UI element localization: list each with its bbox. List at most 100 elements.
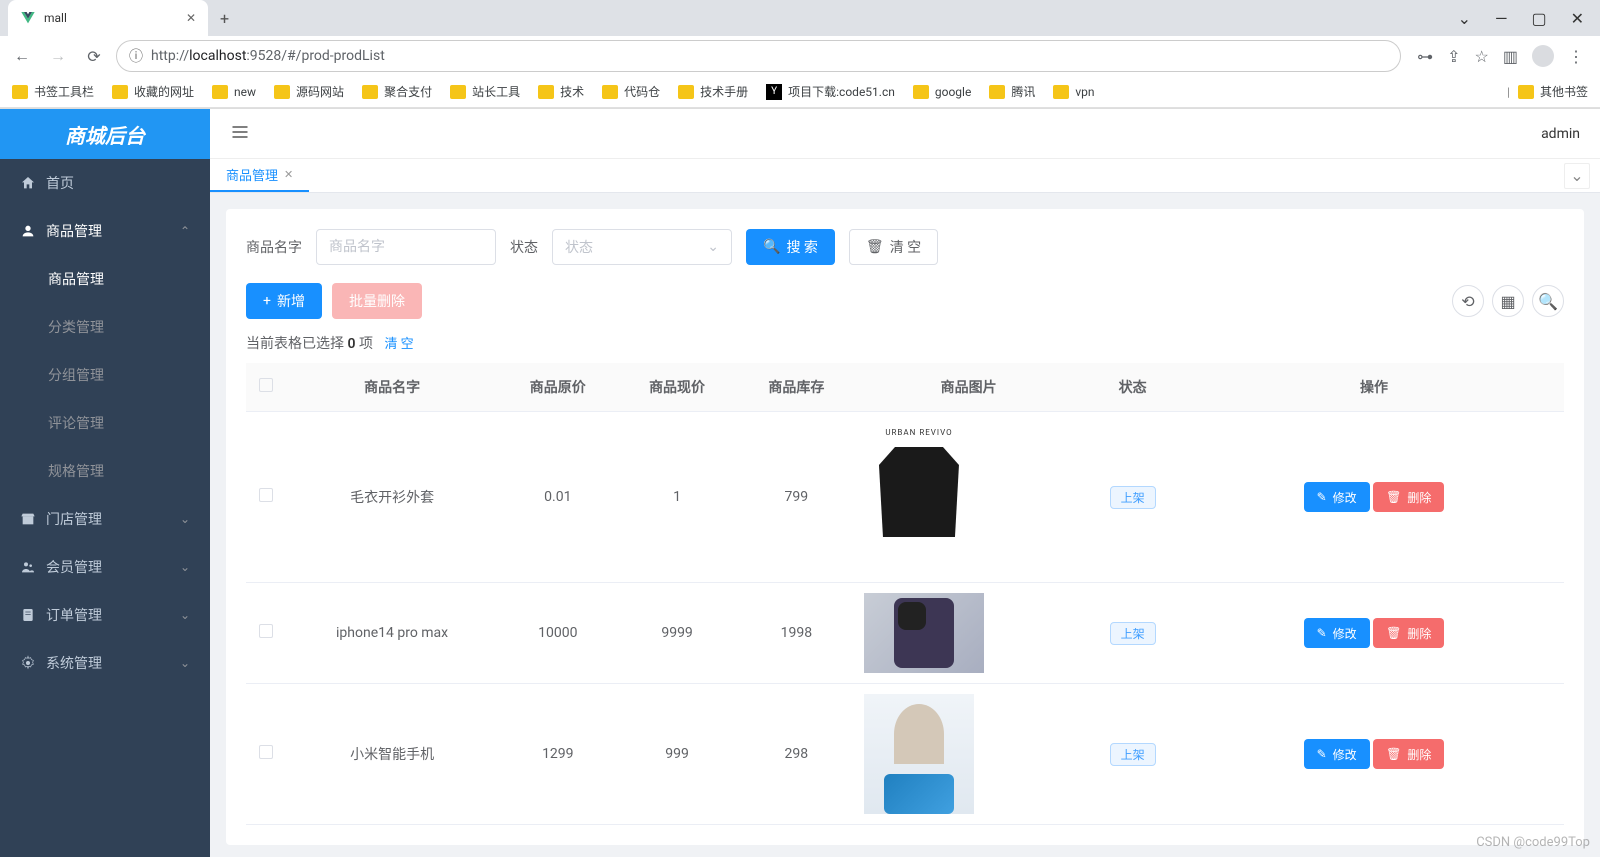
bookmark-item[interactable]: 代码仓 <box>602 83 660 100</box>
bookmark-bar: 书签工具栏 收藏的网址 new 源码网站 聚合支付 站长工具 技术 代码仓 技术… <box>0 76 1600 108</box>
sidebar-item-home[interactable]: 首页 <box>0 159 210 207</box>
card: 商品名字 状态 状态 ⌄ 🔍 搜 索 🗑 清 空 <box>226 209 1584 845</box>
window-controls: ⌄ — ▢ ✕ <box>1458 9 1600 28</box>
sidebar-sub-product-list[interactable]: 商品管理 <box>0 255 210 303</box>
product-name-input[interactable] <box>316 229 496 265</box>
other-bookmarks[interactable]: 其他书签 <box>1518 83 1588 100</box>
new-tab-button[interactable]: + <box>208 9 241 28</box>
back-button[interactable]: ← <box>8 42 36 70</box>
sidebar-item-member[interactable]: 会员管理 ⌄ <box>0 543 210 591</box>
delete-button[interactable]: 🗑 删除 <box>1373 618 1444 648</box>
logo[interactable]: 商城后台 <box>0 109 210 159</box>
bookmark-item[interactable]: 书签工具栏 <box>12 83 94 100</box>
filter-row: 商品名字 状态 状态 ⌄ 🔍 搜 索 🗑 清 空 <box>246 229 1564 265</box>
sidebar-item-product[interactable]: 商品管理 ⌃ <box>0 207 210 255</box>
clear-filter-button[interactable]: 🗑 清 空 <box>849 229 938 265</box>
star-icon[interactable]: ☆ <box>1475 47 1489 66</box>
chevron-down-icon: ⌄ <box>180 656 190 670</box>
row-checkbox[interactable] <box>259 624 273 638</box>
batch-delete-button[interactable]: 批量删除 <box>332 283 422 319</box>
forward-button[interactable]: → <box>44 42 72 70</box>
caret-down-icon[interactable]: ⌄ <box>1458 9 1471 28</box>
cell-stock: 298 <box>737 684 856 825</box>
tabs-dropdown-button[interactable]: ⌄ <box>1564 163 1590 189</box>
status-tag: 上架 <box>1110 486 1156 509</box>
close-icon[interactable]: ✕ <box>284 168 293 181</box>
maximize-icon[interactable]: ▢ <box>1531 9 1546 28</box>
content-area: 商品名字 状态 状态 ⌄ 🔍 搜 索 🗑 清 空 <box>210 193 1600 857</box>
clear-selection-link[interactable]: 清 空 <box>384 337 413 352</box>
delete-button[interactable]: 🗑 删除 <box>1373 739 1444 769</box>
sidebar-sub-group[interactable]: 分组管理 <box>0 351 210 399</box>
edit-icon: ✎ <box>1317 490 1327 504</box>
col-status: 状态 <box>1081 363 1184 412</box>
cell-orig-price: 0.01 <box>498 412 617 583</box>
extensions-icon[interactable]: ▥ <box>1503 47 1518 66</box>
folder-icon <box>913 85 929 99</box>
edit-button[interactable]: ✎ 修改 <box>1304 618 1370 648</box>
bookmark-item[interactable]: 源码网站 <box>274 83 344 100</box>
folder-icon <box>12 85 28 99</box>
edit-button[interactable]: ✎ 修改 <box>1304 739 1370 769</box>
browser-tab[interactable]: mall ✕ <box>8 0 208 36</box>
col-stock: 商品库存 <box>737 363 856 412</box>
status-select[interactable]: 状态 ⌄ <box>552 229 732 265</box>
col-actions: 操作 <box>1184 363 1564 412</box>
user-label[interactable]: admin <box>1541 126 1580 142</box>
search-toggle-button[interactable]: 🔍 <box>1532 285 1564 317</box>
bookmark-item[interactable]: 技术 <box>538 83 584 100</box>
bookmark-item[interactable]: Y项目下载:code51.cn <box>766 83 895 100</box>
bookmark-item[interactable]: 收藏的网址 <box>112 83 194 100</box>
close-window-icon[interactable]: ✕ <box>1571 9 1584 28</box>
bookmark-item[interactable]: 聚合支付 <box>362 83 432 100</box>
member-icon <box>20 559 36 575</box>
key-icon[interactable]: ⊶ <box>1417 47 1433 66</box>
hamburger-icon[interactable] <box>230 122 250 146</box>
sidebar-sub-spec[interactable]: 规格管理 <box>0 447 210 495</box>
menu-icon[interactable]: ⋮ <box>1568 47 1584 66</box>
cell-now-price: 9999 <box>617 583 736 684</box>
minimize-icon[interactable]: — <box>1495 9 1508 28</box>
cell-image <box>856 684 1081 825</box>
trash-icon: 🗑 <box>1386 626 1401 640</box>
sidebar-item-store[interactable]: 门店管理 ⌄ <box>0 495 210 543</box>
edit-icon: ✎ <box>1317 626 1327 640</box>
row-checkbox[interactable] <box>259 488 273 502</box>
search-button[interactable]: 🔍 搜 索 <box>746 229 835 265</box>
reload-button[interactable]: ⟳ <box>80 42 108 70</box>
profile-icon[interactable] <box>1532 45 1554 67</box>
batch-delete-label: 批量删除 <box>349 291 405 311</box>
clear-button-label: 清 空 <box>890 237 921 257</box>
edit-button[interactable]: ✎ 修改 <box>1304 482 1370 512</box>
product-image <box>864 593 984 673</box>
table-row: iphone14 pro max 10000 9999 1998 上架 ✎ 修改… <box>246 583 1564 684</box>
url-input[interactable]: ⓘ http://localhost:9528/#/prod-prodList <box>116 40 1401 72</box>
sidebar-sub-category[interactable]: 分类管理 <box>0 303 210 351</box>
sidebar-sub-comment[interactable]: 评论管理 <box>0 399 210 447</box>
select-all-checkbox[interactable] <box>259 378 273 392</box>
bookmark-item[interactable]: 腾讯 <box>989 83 1035 100</box>
cell-orig-price: 1299 <box>498 684 617 825</box>
bookmark-item[interactable]: google <box>913 85 971 99</box>
site-info-icon[interactable]: ⓘ <box>129 46 143 66</box>
folder-icon <box>1053 85 1069 99</box>
row-checkbox[interactable] <box>259 745 273 759</box>
sidebar-item-system[interactable]: 系统管理 ⌄ <box>0 639 210 687</box>
folder-icon <box>212 85 228 99</box>
add-button[interactable]: + 新增 <box>246 283 322 319</box>
grid-button[interactable]: ▦ <box>1492 285 1524 317</box>
select-placeholder: 状态 <box>565 237 593 257</box>
bookmark-item[interactable]: 技术手册 <box>678 83 748 100</box>
page-tab-product[interactable]: 商品管理 ✕ <box>210 159 309 192</box>
add-button-label: 新增 <box>277 291 305 311</box>
topbar: admin <box>210 109 1600 159</box>
bookmark-item[interactable]: 站长工具 <box>450 83 520 100</box>
refresh-button[interactable]: ⟲ <box>1452 285 1484 317</box>
delete-button[interactable]: 🗑 删除 <box>1373 482 1444 512</box>
tab-close-icon[interactable]: ✕ <box>186 11 196 25</box>
bookmark-item[interactable]: new <box>212 85 256 99</box>
share-icon[interactable]: ⇪ <box>1447 47 1460 66</box>
col-now-price: 商品现价 <box>617 363 736 412</box>
sidebar-item-order[interactable]: 订单管理 ⌄ <box>0 591 210 639</box>
bookmark-item[interactable]: vpn <box>1053 85 1094 99</box>
